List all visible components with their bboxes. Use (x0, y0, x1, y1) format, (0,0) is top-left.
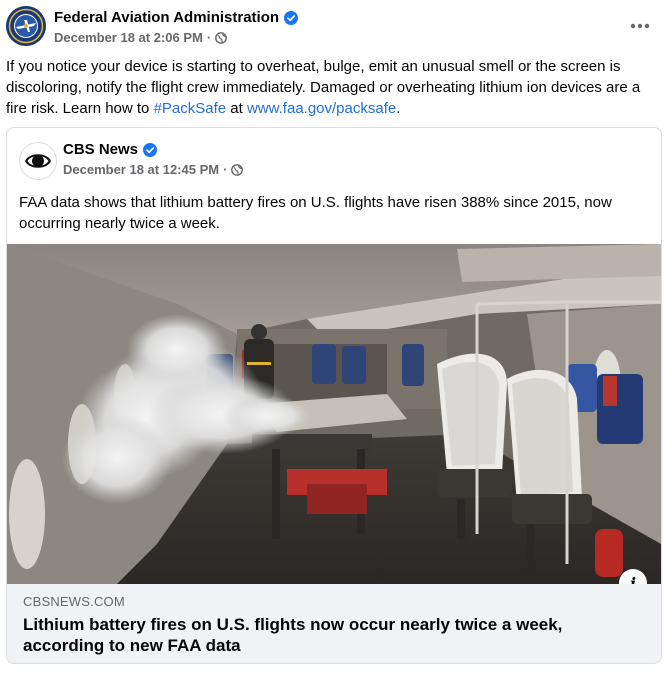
packsafe-url-link[interactable]: www.faa.gov/packsafe (247, 100, 396, 117)
faa-seal-icon (6, 6, 46, 46)
link-title[interactable]: Lithium battery fires on U.S. flights no… (23, 614, 643, 656)
shared-post-text: FAA data shows that lithium battery fire… (19, 194, 612, 232)
shared-post-header: CBS News December 18 at 12:45 PM · (19, 140, 639, 182)
verified-badge-icon (284, 10, 299, 25)
globe-icon (231, 163, 244, 176)
cbs-avatar[interactable] (19, 142, 57, 180)
article-photo[interactable]: i (7, 244, 661, 584)
shared-timestamp[interactable]: December 18 at 12:45 PM (63, 162, 219, 177)
post-meta: December 18 at 2:06 PM · (54, 30, 228, 45)
more-options-button[interactable] (626, 14, 654, 38)
hashtag-packsafe-link[interactable]: #PackSafe (154, 100, 227, 117)
verified-badge-icon (143, 142, 158, 157)
post-message-end: . (396, 100, 401, 117)
meta-separator: · (206, 30, 212, 45)
cbs-eye-logo-icon (25, 154, 51, 168)
globe-icon (215, 31, 228, 44)
post-message: If you notice your device is starting to… (6, 56, 658, 119)
link-domain: CBSNEWS.COM (23, 594, 125, 609)
meta-separator: · (223, 162, 228, 177)
cabin-smoke-test-image (7, 244, 661, 584)
shared-author-name[interactable]: CBS News (63, 141, 138, 158)
link-preview[interactable]: CBSNEWS.COM Lithium battery fires on U.S… (7, 584, 661, 663)
post-message-middle: at (226, 100, 247, 117)
shared-post-meta: December 18 at 12:45 PM · (63, 162, 244, 177)
post-author-name[interactable]: Federal Aviation Administration (54, 9, 279, 26)
post-header: Federal Aviation Administration December… (6, 6, 660, 50)
more-horizontal-icon (630, 23, 650, 29)
faa-avatar[interactable] (6, 6, 46, 46)
shared-post-card[interactable]: CBS News December 18 at 12:45 PM · FAA d… (6, 127, 662, 664)
post-timestamp[interactable]: December 18 at 2:06 PM (54, 30, 203, 45)
